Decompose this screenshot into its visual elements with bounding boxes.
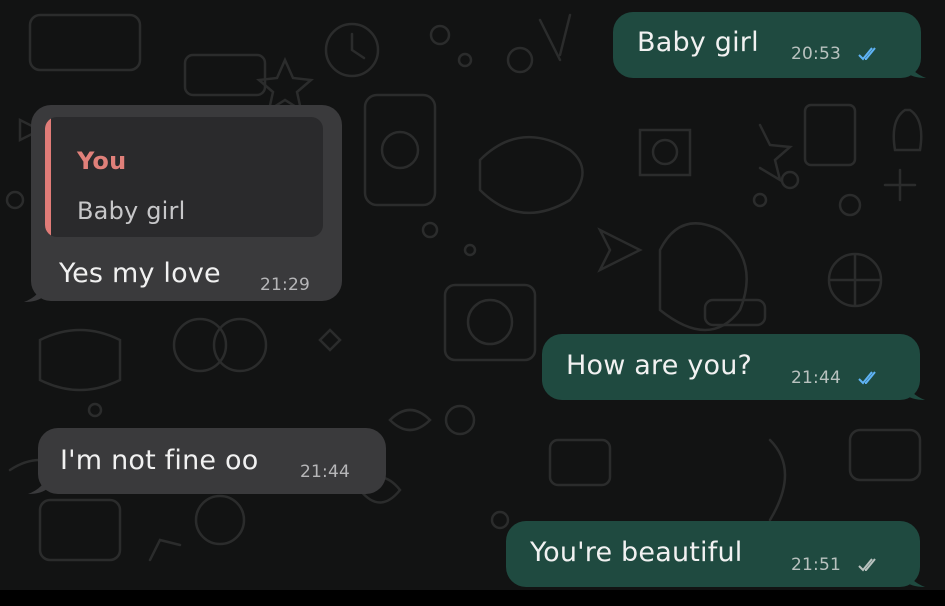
bubble-tail: [906, 58, 926, 78]
bubble-tail: [24, 282, 44, 302]
reply-quote[interactable]: You Baby girl: [45, 117, 323, 237]
message-time: 21:29: [260, 275, 310, 295]
message-text: You're beautiful: [530, 537, 743, 568]
quote-accent-bar: [45, 117, 51, 237]
message-text: Yes my love: [59, 258, 221, 289]
bubble-tail: [28, 474, 48, 494]
message-outgoing[interactable]: You're beautiful 21:51: [506, 521, 920, 587]
message-incoming[interactable]: You Baby girl Yes my love 21:29: [31, 105, 342, 301]
bottom-bar: [0, 590, 945, 606]
bubble-tail: [905, 380, 925, 400]
message-outgoing[interactable]: How are you? 21:44: [542, 334, 920, 400]
message-text: Baby girl: [637, 27, 759, 58]
message-outgoing[interactable]: Baby girl 20:53: [613, 12, 921, 78]
read-ticks-icon: [858, 371, 876, 385]
message-text: I'm not fine oo: [60, 445, 259, 476]
message-time: 21:44: [300, 462, 350, 482]
message-text: How are you?: [566, 350, 753, 381]
bubble-tail: [905, 567, 925, 587]
chat-area[interactable]: Baby girl 20:53 You Baby girl Yes my lov…: [0, 0, 945, 590]
message-time: 21:44: [791, 368, 841, 388]
quote-author: You: [77, 147, 127, 175]
message-time: 20:53: [791, 44, 841, 64]
message-time: 21:51: [791, 555, 841, 575]
message-incoming[interactable]: I'm not fine oo 21:44: [38, 428, 386, 494]
read-ticks-icon: [858, 47, 876, 61]
quote-text: Baby girl: [77, 197, 186, 225]
delivered-ticks-icon: [858, 558, 876, 572]
